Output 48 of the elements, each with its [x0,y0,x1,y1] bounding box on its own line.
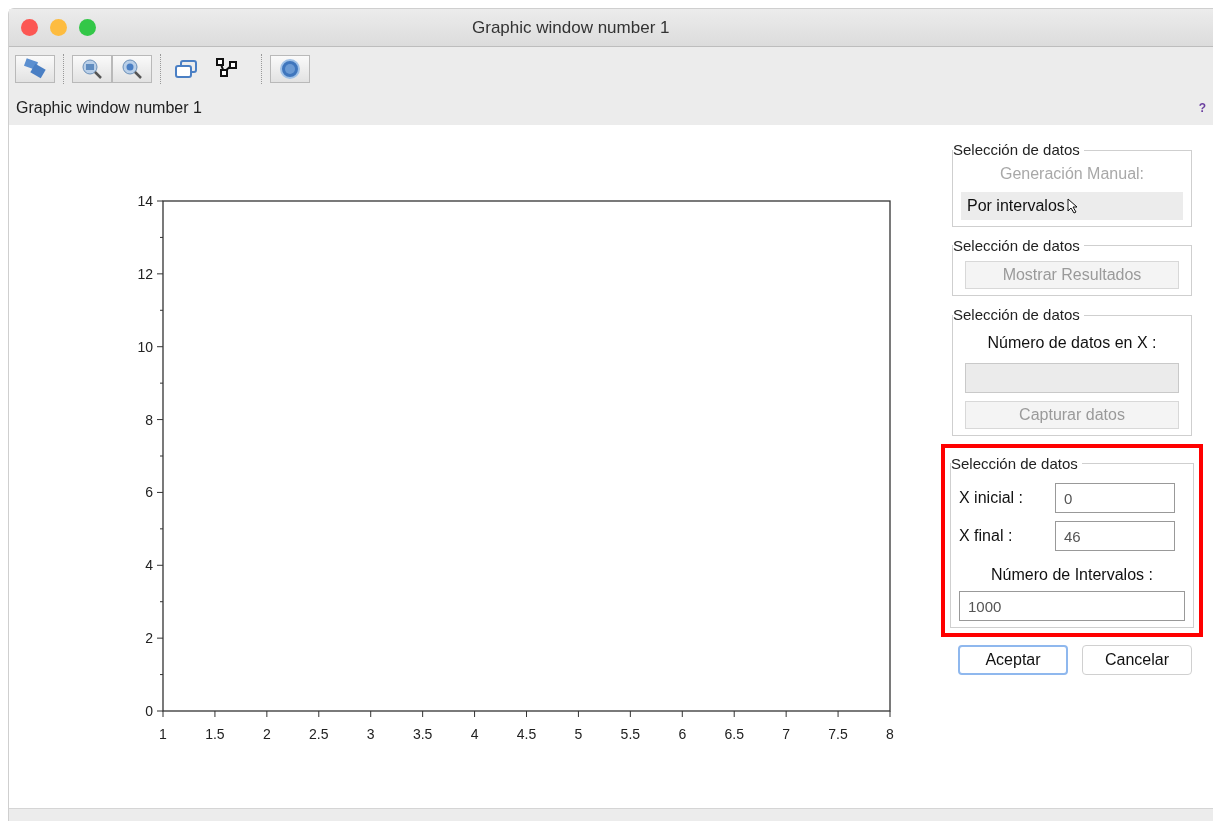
y-tick-label: 12 [137,265,153,282]
y-tick-label: 10 [137,338,153,355]
x-tick-label: 1 [159,726,167,742]
x-tick-label: 6 [678,726,687,742]
x-tick-label: 4.5 [516,726,537,742]
close-button[interactable] [21,19,38,36]
zoom-reset-icon[interactable] [112,55,152,83]
zoom-in-icon[interactable] [72,55,112,83]
field-label: Número de datos en X : [986,332,1158,353]
y-tick-label: 4 [145,557,153,574]
group-legend: Selección de datos [953,234,1084,257]
input-field[interactable]: 1000 [959,591,1185,621]
help-mark[interactable]: ? [1198,99,1206,117]
x-tick-label: 3 [366,726,375,742]
figure-label: Graphic window number 1 [16,98,202,118]
help-icon[interactable] [270,55,310,83]
y-tick-label: 8 [145,411,153,428]
dialog-button[interactable]: Aceptar [958,645,1068,675]
x-tick-label: 2 [262,726,271,742]
field-label: Número de Intervalos : [990,565,1154,585]
window-title: Graphic window number 1 [472,16,670,39]
x-tick-label: 5.5 [620,726,641,742]
field-label: X final : [959,526,1014,546]
field-label: X inicial : [959,488,1025,508]
x-tick-label: 7 [782,726,791,742]
section-heading: Generación Manual: [998,163,1146,184]
windows-icon[interactable] [173,58,199,80]
pointer-icon [1066,197,1079,214]
option-label: Por intervalos [967,195,1065,216]
group-legend: Selección de datos [951,452,1082,475]
y-tick-label: 6 [145,484,153,501]
x-tick-label: 2.5 [309,726,329,742]
y-tick-label: 14 [137,193,153,209]
x-tick-label: 1.5 [205,726,225,742]
x-tick-label: 4 [470,726,479,742]
x-tick-label: 8 [886,726,894,742]
option-item[interactable]: Por intervalos [961,191,1183,220]
x-tick-label: 6.5 [724,726,744,742]
y-tick-label: 0 [145,703,153,719]
input-field[interactable]: 0 [1055,483,1175,513]
input-field[interactable]: 46 [1055,521,1175,551]
group-legend: Selección de datos [953,304,1084,327]
x-tick-label: 5 [574,726,583,742]
group-legend: Selección de datos [953,139,1084,162]
x-tick-label: 3.5 [412,726,433,742]
x-tick-label: 7.5 [828,726,848,742]
y-tick-label: 2 [145,630,153,647]
dialog-button[interactable]: Cancelar [1082,645,1192,675]
